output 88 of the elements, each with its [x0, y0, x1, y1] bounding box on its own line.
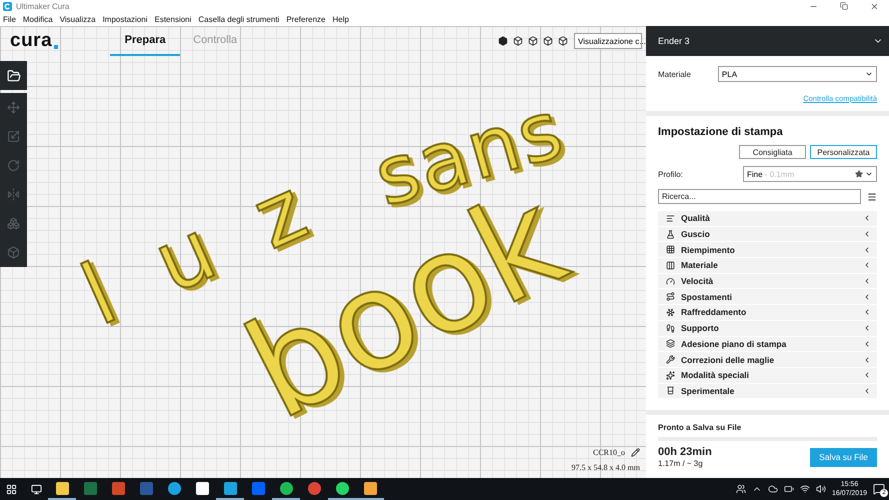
task-view-icon[interactable]: [31, 484, 42, 494]
close-icon[interactable]: [870, 2, 879, 11]
app-tile-icon: [168, 482, 180, 494]
mirror-tool-icon: [7, 188, 20, 201]
view-cube-icon[interactable]: [543, 36, 553, 46]
app-tile-icon: [56, 482, 68, 494]
scale-tool-icon: [7, 130, 20, 143]
route-icon: [666, 292, 675, 302]
menu-item[interactable]: Modifica: [22, 15, 53, 24]
settings-category[interactable]: Modalità speciali: [658, 368, 877, 383]
material-label: Materiale: [658, 70, 691, 78]
settings-category[interactable]: Spostamenti: [658, 289, 877, 304]
app-tile-icon: [112, 482, 124, 494]
cloud-icon[interactable]: [768, 484, 778, 494]
chevron-down-icon: [865, 70, 873, 78]
print-time: 00h 23min: [658, 446, 712, 458]
view-cube-icon[interactable]: [558, 36, 568, 46]
app-tile-icon: [140, 482, 152, 494]
view-cube-icon[interactable]: [498, 36, 508, 46]
rotate-tool-icon: [7, 159, 20, 172]
gauge-icon: [666, 276, 675, 286]
layers-icon: [666, 339, 675, 348]
app-tile-icon: [252, 482, 264, 494]
app-tile-icon: [84, 482, 96, 494]
menu-item[interactable]: Impostazioni: [102, 15, 148, 24]
sparkles-icon: [666, 370, 675, 380]
menu-item[interactable]: Casella degli strumenti: [198, 15, 280, 24]
profile-select[interactable]: Fine - 0.1mm: [743, 166, 877, 182]
edit-pencil-icon[interactable]: [631, 448, 640, 457]
section-title: Impostazione di stampa: [658, 126, 784, 138]
menu-item[interactable]: File: [3, 15, 16, 24]
settings-category[interactable]: Sperimentale: [658, 384, 877, 398]
footprints-icon: [666, 324, 675, 333]
menu-item[interactable]: Estensioni: [154, 15, 192, 24]
columns-icon: [666, 260, 675, 270]
mode-toggle-button[interactable]: Personalizzata: [810, 145, 877, 159]
settings-category[interactable]: Materiale: [658, 258, 877, 273]
menu-icon[interactable]: [867, 192, 877, 202]
menu-item[interactable]: Visualizza: [60, 15, 96, 24]
flask-icon: [666, 230, 675, 239]
logo: cura: [10, 30, 52, 52]
support-blocker-tool-icon: [7, 246, 20, 259]
settings-category[interactable]: Supporto: [658, 320, 877, 336]
wifi-icon[interactable]: [800, 484, 810, 494]
view-cube-icon[interactable]: [528, 36, 538, 46]
3d-text-model-drawing: l u z sans book: [60, 76, 620, 416]
settings-category[interactable]: Riempimento: [658, 242, 877, 258]
menu-item[interactable]: Preferenze: [286, 15, 326, 24]
battery-icon[interactable]: [784, 484, 794, 494]
snowflake-icon: [666, 308, 675, 317]
chevron-down-icon: [865, 170, 873, 178]
app-tile-icon: [196, 482, 208, 494]
app-tile-icon: [280, 482, 292, 494]
material-usage: 1.17m / ~ 3g: [658, 459, 704, 468]
people-icon[interactable]: [736, 484, 746, 494]
view-cube-icon[interactable]: [513, 36, 523, 46]
window-title: Ultimaker Cura: [16, 2, 70, 11]
start-icon[interactable]: [6, 484, 17, 494]
object-name: CCR10_o: [592, 448, 625, 457]
settings-category[interactable]: Guscio: [658, 226, 877, 242]
mode-toggle-button[interactable]: Consigliata: [739, 145, 806, 159]
settings-category[interactable]: Adesione piano di stampa: [658, 336, 877, 352]
settings-category[interactable]: Velocità: [658, 274, 877, 288]
star-icon: [855, 170, 863, 178]
settings-search-field[interactable]: Ricerca...: [658, 189, 861, 204]
settings-category[interactable]: Qualità: [658, 211, 877, 226]
volume-icon[interactable]: [816, 484, 826, 494]
wrench-icon: [666, 355, 675, 364]
restore-icon[interactable]: [840, 2, 848, 10]
printer-selector[interactable]: Ender 3: [646, 26, 889, 56]
app-tile-icon: [308, 482, 320, 494]
per-model-tool-icon: [7, 217, 20, 230]
app-tile-icon: [364, 482, 376, 494]
material-select[interactable]: PLA: [718, 66, 877, 82]
output-status: Pronto a Salva su File: [658, 423, 742, 432]
app-tile-icon: [224, 482, 236, 494]
lines-icon: [666, 214, 675, 223]
folder-icon: [6, 68, 20, 82]
settings-category[interactable]: Raffreddamento: [658, 305, 877, 320]
beaker-icon: [666, 386, 675, 396]
move-tool-icon: [7, 101, 20, 114]
menu-item[interactable]: Help: [332, 15, 349, 24]
settings-category[interactable]: Correzioni delle maglie: [658, 352, 877, 367]
grid-icon: [666, 245, 675, 254]
profile-label: Profilo:: [658, 170, 683, 178]
stage-tab[interactable]: Prepara: [110, 26, 180, 56]
object-dimensions: 97.5 x 54.8 x 4.0 mm: [572, 463, 640, 472]
app-tile-icon: [336, 482, 348, 494]
